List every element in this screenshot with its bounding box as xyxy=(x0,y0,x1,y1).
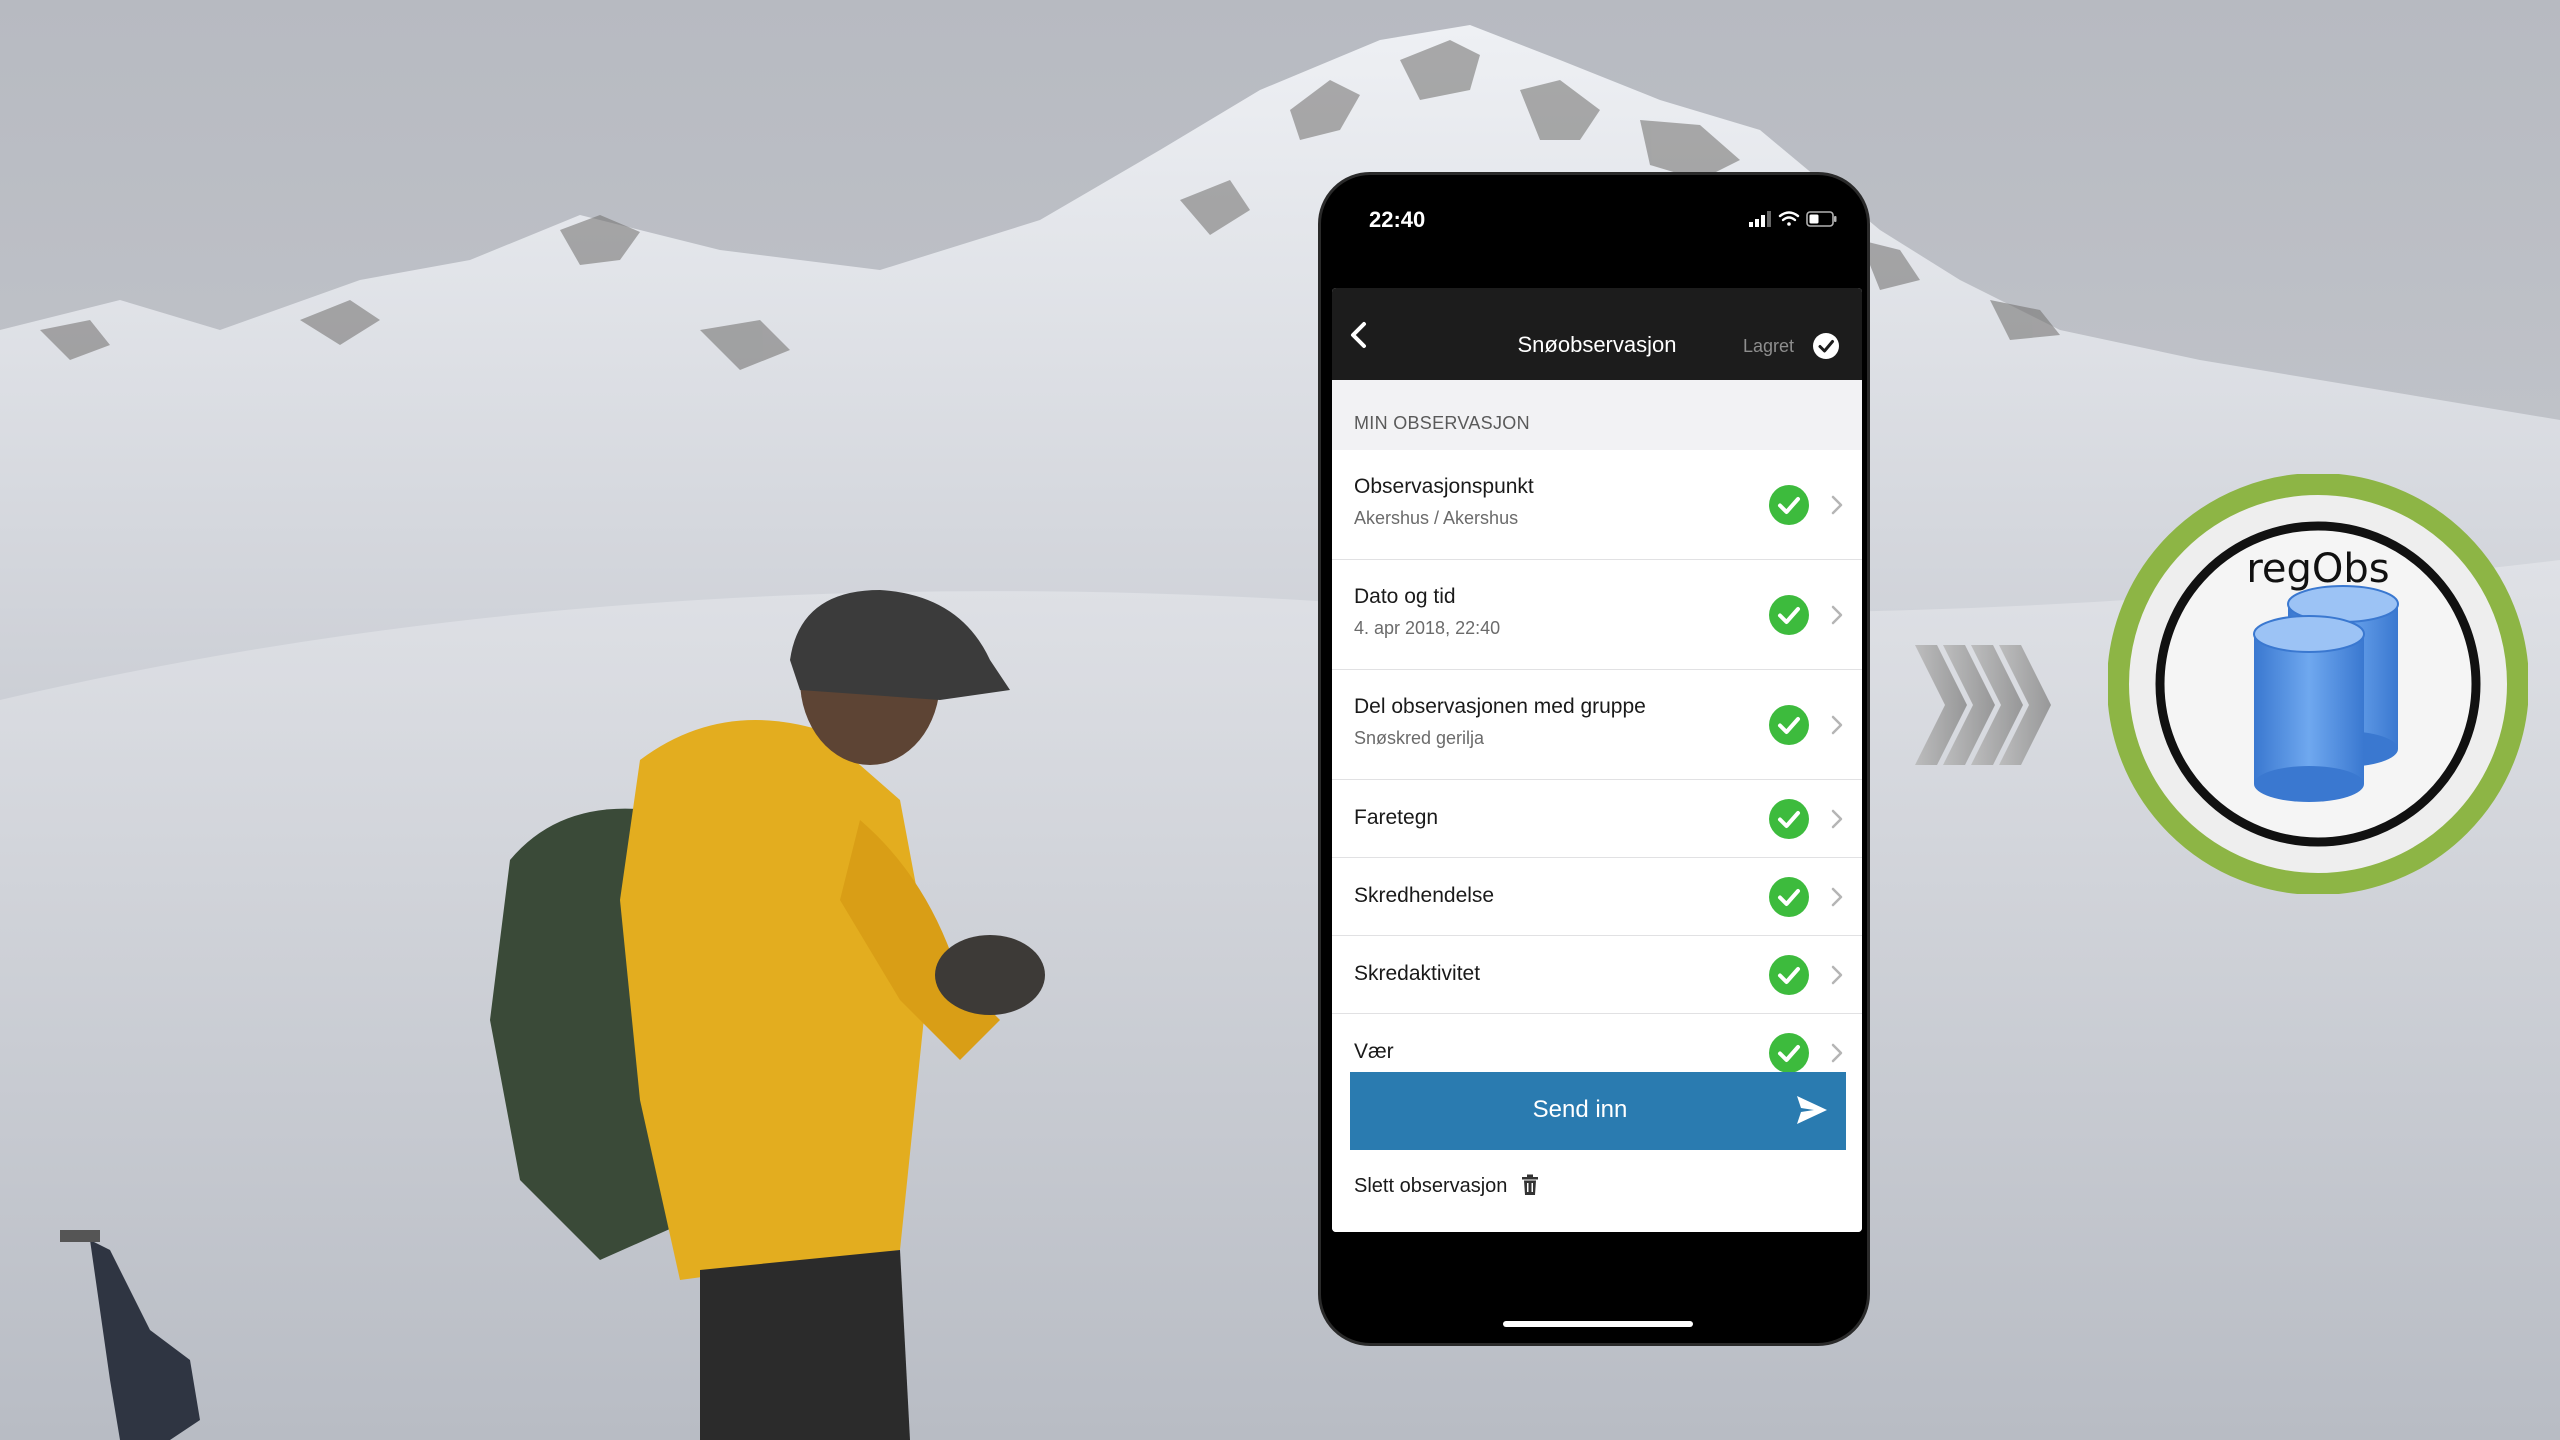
chevron-right-icon xyxy=(1831,495,1843,515)
completed-check-icon xyxy=(1769,595,1809,635)
completed-check-icon xyxy=(1769,1033,1809,1073)
status-icons xyxy=(1749,209,1839,234)
chevron-right-icon xyxy=(1831,887,1843,907)
list-item-title: Skredaktivitet xyxy=(1354,962,1481,985)
list-item-title: Dato og tid xyxy=(1354,585,1456,608)
list-item-title: Skredhendelse xyxy=(1354,884,1495,907)
phone-frame: 22:40 Snøobservasjon Lagret MIN OBSERVAS… xyxy=(1318,172,1870,1346)
saved-status-label: Lagret xyxy=(1742,336,1794,356)
status-bar: 22:40 xyxy=(1321,175,1867,275)
battery-icon xyxy=(1806,211,1837,227)
regobs-logo-text: regObs xyxy=(2246,546,2390,592)
nav-bar: Snøobservasjon Lagret xyxy=(1332,288,1862,380)
send-icon xyxy=(1797,1096,1827,1124)
chevron-right-icon xyxy=(1831,965,1843,985)
observation-list: Observasjonspunkt Akershus / Akershus Da… xyxy=(1332,450,1862,1092)
completed-check-icon xyxy=(1769,877,1809,917)
list-item-title: Faretegn xyxy=(1354,806,1439,829)
delete-observation-link[interactable]: Slett observasjon xyxy=(1354,1170,1539,1198)
list-item-skredaktivitet[interactable]: Skredaktivitet xyxy=(1332,936,1862,1014)
list-item-title: Observasjonspunkt xyxy=(1354,475,1534,498)
list-item-title: Del observasjonen med gruppe xyxy=(1354,695,1646,718)
completed-check-icon xyxy=(1769,705,1809,745)
completed-check-icon xyxy=(1769,485,1809,525)
list-item-faretegn[interactable]: Faretegn xyxy=(1332,780,1862,858)
wifi-icon xyxy=(1778,211,1800,226)
list-item-subtitle: Akershus / Akershus xyxy=(1354,508,1519,528)
footer: Send inn Slett observasjon xyxy=(1332,1072,1862,1232)
signal-icon xyxy=(1749,211,1771,227)
send-button-label: Send inn xyxy=(1532,1096,1628,1123)
chevron-right-icon xyxy=(1831,1043,1843,1063)
chevron-right-icon xyxy=(1831,809,1843,829)
list-item-title: Vær xyxy=(1354,1040,1394,1063)
list-item-skredhendelse[interactable]: Skredhendelse xyxy=(1332,858,1862,936)
list-item-subtitle: 4. apr 2018, 22:40 xyxy=(1354,618,1501,638)
regobs-logo: regObs xyxy=(2107,473,2529,895)
list-item-subtitle: Snøskred gerilja xyxy=(1354,728,1485,748)
app-screen: Snøobservasjon Lagret MIN OBSERVASJON Ob… xyxy=(1332,288,1862,1232)
completed-check-icon xyxy=(1769,799,1809,839)
home-indicator xyxy=(1503,1321,1693,1327)
completed-check-icon xyxy=(1769,955,1809,995)
delete-observation-label: Slett observasjon xyxy=(1354,1175,1508,1197)
chevron-right-icon xyxy=(1831,715,1843,735)
status-time: 22:40 xyxy=(1369,207,1426,232)
chevron-arrows-icon xyxy=(1915,645,2051,765)
list-item-observasjonspunkt[interactable]: Observasjonspunkt Akershus / Akershus xyxy=(1332,450,1862,560)
chevron-right-icon xyxy=(1831,605,1843,625)
regobs-logo-graphic xyxy=(2107,473,2529,895)
list-item-del-med-gruppe[interactable]: Del observasjonen med gruppe Snøskred ge… xyxy=(1332,670,1862,780)
list-item-dato-og-tid[interactable]: Dato og tid 4. apr 2018, 22:40 xyxy=(1332,560,1862,670)
section-header: MIN OBSERVASJON xyxy=(1354,413,1530,433)
trash-icon xyxy=(1521,1174,1538,1195)
saved-check-icon xyxy=(1813,333,1839,359)
send-button[interactable]: Send inn xyxy=(1350,1072,1846,1150)
